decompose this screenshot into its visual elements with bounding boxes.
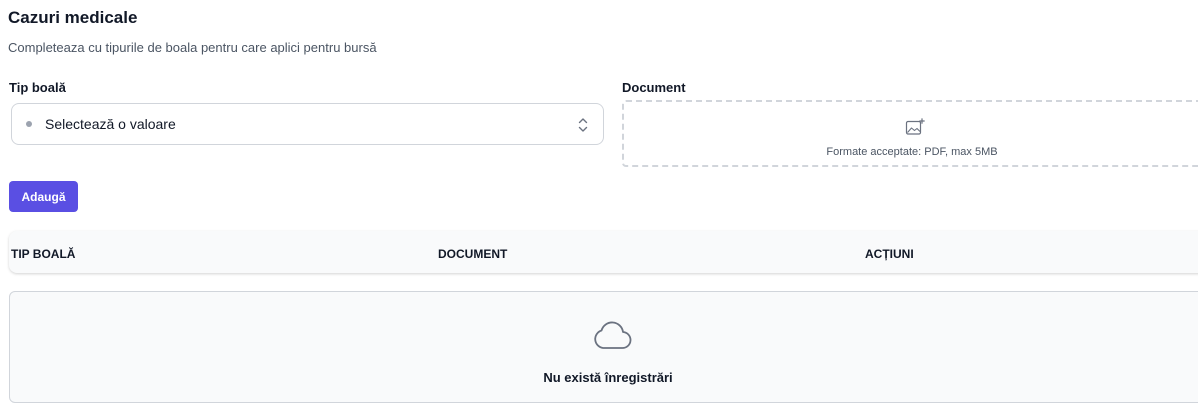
type-label: Tip boală <box>9 80 66 95</box>
column-header-actions: ACȚIUNI <box>865 247 914 261</box>
type-select[interactable]: Selectează o valoare <box>11 103 604 145</box>
document-label: Document <box>622 80 686 95</box>
add-button[interactable]: Adaugă <box>9 181 78 212</box>
document-dropzone[interactable]: Formate acceptate: PDF, max 5MB <box>622 100 1198 167</box>
section-subtitle: Completeaza cu tipurile de boala pentru … <box>8 40 377 55</box>
image-add-icon <box>905 118 925 135</box>
chevron-up-down-icon <box>578 118 588 132</box>
empty-state: Nu există înregistrări <box>9 291 1198 403</box>
placeholder-dot <box>26 121 32 127</box>
section-title: Cazuri medicale <box>8 8 138 27</box>
document-format-hint: Formate acceptate: PDF, max 5MB <box>826 146 998 158</box>
cloud-icon <box>594 321 632 349</box>
column-header-document: DOCUMENT <box>438 247 508 261</box>
empty-state-text: Nu există înregistrări <box>543 370 673 385</box>
column-header-type: TIP BOALĂ <box>11 247 76 261</box>
type-select-value: Selectează o valoare <box>45 116 176 132</box>
table-header: TIP BOALĂ DOCUMENT ACȚIUNI <box>9 231 1198 273</box>
